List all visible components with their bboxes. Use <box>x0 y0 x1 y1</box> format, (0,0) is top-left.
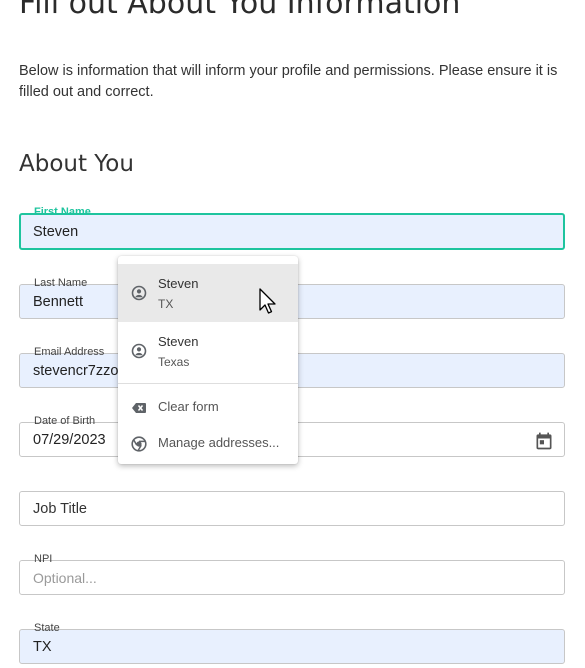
email-value: stevencr7zzo <box>33 362 119 379</box>
state-field[interactable]: State TX <box>19 621 565 664</box>
clear-form-button[interactable]: Clear form <box>118 390 298 424</box>
date-of-birth-value: 07/29/2023 <box>33 431 106 448</box>
manage-addresses-label: Manage addresses... <box>158 435 280 450</box>
clear-form-label: Clear form <box>158 399 219 414</box>
backspace-icon <box>132 403 146 413</box>
person-circle-icon <box>131 343 147 359</box>
suggestion-name: Steven <box>158 276 199 291</box>
manage-addresses-button[interactable]: Manage addresses... <box>118 426 298 460</box>
first-name-value: Steven <box>33 223 79 240</box>
npi-field[interactable]: NPI Optional... <box>19 552 565 595</box>
menu-divider <box>118 383 298 384</box>
section-title: About You <box>19 151 134 177</box>
intro-text: Below is information that will inform yo… <box>19 63 558 100</box>
page-title: Fill out About You Information <box>19 0 461 21</box>
mouse-cursor-icon <box>259 288 276 314</box>
suggestion-detail: TX <box>158 297 174 311</box>
chrome-icon <box>131 436 147 452</box>
job-title-placeholder: Job Title <box>33 500 87 517</box>
person-circle-icon <box>131 285 147 301</box>
state-value: TX <box>33 638 52 655</box>
first-name-field[interactable]: First Name Steven <box>19 205 565 250</box>
suggestion-name: Steven <box>158 334 199 349</box>
suggestion-detail: Texas <box>158 355 190 369</box>
job-title-field[interactable]: Job Title <box>19 491 565 526</box>
calendar-icon[interactable] <box>534 431 554 451</box>
last-name-value: Bennett <box>33 293 83 310</box>
npi-placeholder: Optional... <box>33 569 97 586</box>
autofill-suggestion[interactable]: Steven Texas <box>118 322 298 380</box>
